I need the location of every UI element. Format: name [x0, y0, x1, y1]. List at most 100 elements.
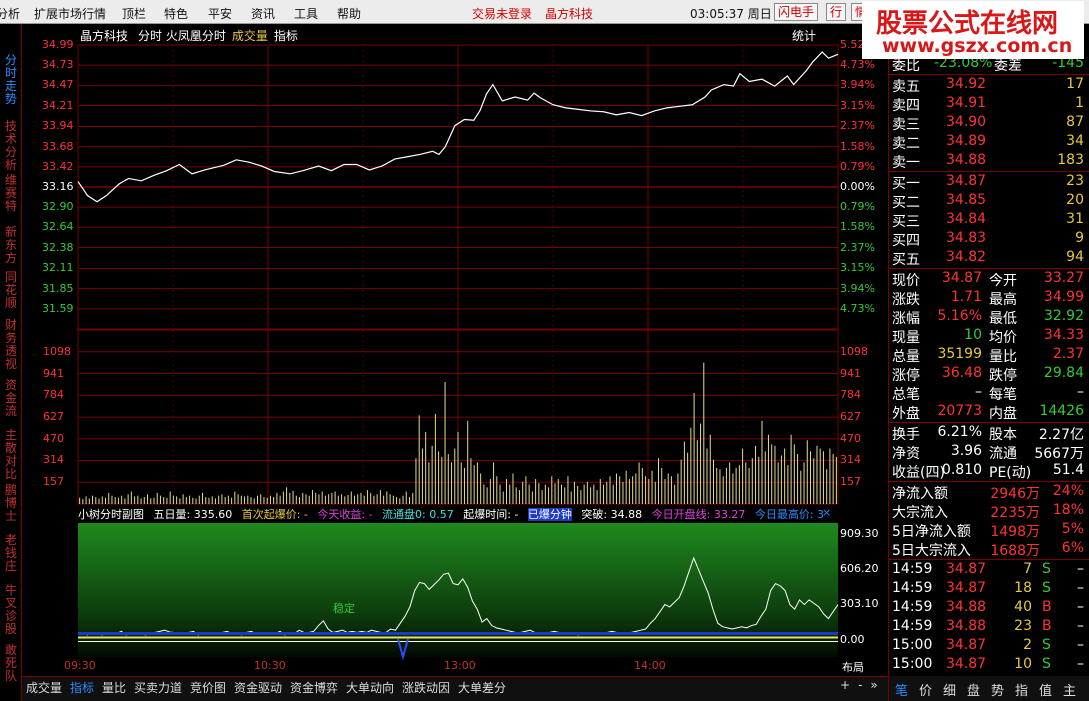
- left-tab-0[interactable]: 分时走势: [3, 54, 19, 106]
- ask-volume: 183: [1057, 152, 1084, 168]
- stat-value: 34.87: [941, 270, 982, 286]
- stat-label: 现量: [892, 330, 920, 346]
- pct-tick-label: 0.79%: [840, 159, 875, 173]
- volume-tick-label: 157: [43, 475, 64, 489]
- stat-value: 29.84: [1043, 365, 1084, 381]
- quote-tab-1[interactable]: 价: [919, 680, 932, 699]
- menu-news[interactable]: 资讯: [251, 5, 275, 22]
- quote-tab-7[interactable]: 主: [1063, 680, 1076, 699]
- bottom-tab-1[interactable]: 指标: [70, 679, 94, 696]
- flow-value: 1498万: [990, 524, 1040, 540]
- chart-indicator-toggle[interactable]: 指标: [274, 29, 298, 43]
- bottom-tab-3[interactable]: 买卖力道: [134, 679, 182, 696]
- bottom-tab-7[interactable]: 大单动向: [346, 679, 394, 696]
- menu-topbar[interactable]: 顶栏: [122, 5, 146, 22]
- pct-tick-label: 4.73%: [840, 301, 875, 315]
- stat-row: 净资 3.96 流通 5667万: [892, 443, 1084, 462]
- stat-label: 最低: [989, 311, 1017, 327]
- bottom-tab-2[interactable]: 量比: [102, 679, 126, 696]
- tick-extra: –: [1077, 561, 1084, 577]
- bottom-tab-6[interactable]: 资金博弈: [290, 679, 338, 696]
- stat-value: 0.810: [941, 462, 982, 478]
- price-tick-label: 31.85: [42, 281, 74, 295]
- zoom-button-2[interactable]: »: [870, 678, 877, 692]
- menu-pingan[interactable]: 平安: [208, 5, 232, 22]
- ask-label: 卖三: [892, 117, 920, 133]
- statistics-button[interactable]: 统计: [792, 27, 816, 44]
- bottom-tab-5[interactable]: 资金驱动: [234, 679, 282, 696]
- menu-tools[interactable]: 工具: [294, 5, 318, 22]
- quote-tab-5[interactable]: 指: [1015, 680, 1028, 699]
- stat-row: 涨幅 5.16% 最低 32.92: [892, 308, 1084, 327]
- left-tab-5[interactable]: 财务透视: [3, 319, 19, 371]
- layout-button[interactable]: 布局: [842, 659, 864, 675]
- chart-volume-toggle[interactable]: 成交量: [232, 29, 268, 43]
- volume-tick-label: 1098: [43, 344, 71, 358]
- stat-value: 14426: [1039, 403, 1084, 419]
- stat-value: 3.96: [950, 443, 982, 459]
- flow-row: 5日大宗流入 1688万 6%: [892, 540, 1084, 559]
- quote-tab-3[interactable]: 盘: [967, 680, 980, 699]
- tick-time: 15:00: [892, 637, 933, 653]
- quote-tab-6[interactable]: 值: [1039, 680, 1052, 699]
- current-stock-name: 晶方科技: [545, 7, 594, 21]
- quote-tab-2[interactable]: 细: [943, 680, 956, 699]
- tick-extra: –: [1077, 599, 1084, 615]
- menu-extended-market[interactable]: 扩展市场行情: [34, 5, 106, 22]
- ask-row: 卖三 34.90 87: [892, 114, 1084, 133]
- flow-pct: 18%: [1052, 502, 1084, 518]
- zoom-button-1[interactable]: -: [858, 678, 862, 692]
- time-tick-label: 10:30: [254, 659, 286, 672]
- bottom-tab-4[interactable]: 竞价图: [190, 679, 226, 696]
- left-tab-11[interactable]: 敢死队: [3, 644, 19, 683]
- tick-time: 14:59: [892, 618, 933, 634]
- left-tab-10[interactable]: 牛叉诊股: [3, 584, 19, 636]
- quote-panel-tabs: 笔价细盘势指值主: [889, 676, 1089, 701]
- quote-tab-0[interactable]: 笔: [895, 680, 908, 699]
- left-tab-7[interactable]: 主散对比: [3, 429, 19, 481]
- ask-row: 卖四 34.91 1: [892, 95, 1084, 114]
- ask-volume: 87: [1066, 114, 1084, 130]
- left-tab-4[interactable]: 同花顺: [3, 271, 19, 310]
- bid-row: 买四 34.83 9: [892, 230, 1084, 249]
- bottom-tab-0[interactable]: 成交量: [26, 679, 62, 696]
- stat-value: 5667万: [1034, 446, 1084, 462]
- ask-price: 34.88: [946, 152, 987, 168]
- stat-label: 收益(四): [892, 465, 945, 481]
- bottom-tab-8[interactable]: 涨跌动因: [402, 679, 450, 696]
- left-tab-6[interactable]: 资金流: [3, 379, 19, 418]
- tick-price: 34.87: [946, 637, 987, 653]
- left-tab-9[interactable]: 老钱庄: [3, 534, 19, 573]
- stat-value: –: [975, 384, 982, 400]
- quote-tab-4[interactable]: 势: [991, 680, 1004, 699]
- indicator-tick-label: 909.30: [840, 526, 879, 540]
- price-tick-label: 34.99: [42, 38, 74, 51]
- menu-analysis[interactable]: 分析: [0, 5, 20, 22]
- indicator-close-icon[interactable]: ×: [822, 506, 831, 519]
- tick-row: 14:59 34.88 40 B –: [892, 599, 1084, 618]
- ask-label: 卖五: [892, 79, 920, 95]
- bid-row: 买二 34.85 20: [892, 192, 1084, 211]
- stat-row: 涨停 36.48 跌停 29.84: [892, 365, 1084, 384]
- flow-value: 2235万: [990, 505, 1040, 521]
- bid-volume: 9: [1075, 230, 1084, 246]
- flash-trade-button[interactable]: 闪电手: [774, 3, 819, 21]
- quote-button[interactable]: 行: [826, 3, 847, 21]
- stat-row: 总笔 – 每笔 –: [892, 384, 1084, 403]
- flow-value: 2946万: [990, 486, 1040, 502]
- flow-label: 5日净流入额: [892, 524, 971, 540]
- menu-features[interactable]: 特色: [164, 5, 188, 22]
- left-tab-2[interactable]: 维赛特: [3, 174, 19, 213]
- login-status[interactable]: 交易未登录: [472, 5, 532, 22]
- left-tab-3[interactable]: 新东方: [3, 226, 19, 265]
- ask-row: 卖二 34.89 34: [892, 133, 1084, 152]
- chart-mode-options[interactable]: 分时 火凤凰分时: [138, 29, 226, 43]
- stat-label: 涨停: [892, 368, 920, 384]
- stat-label: 流通: [989, 446, 1017, 462]
- left-tab-8[interactable]: 鹏博士: [3, 484, 19, 523]
- zoom-button-0[interactable]: +: [840, 678, 850, 692]
- left-tab-1[interactable]: 技术分析: [3, 120, 19, 172]
- bottom-tab-9[interactable]: 大单差分: [458, 679, 506, 696]
- menu-help[interactable]: 帮助: [337, 5, 361, 22]
- pct-tick-label: 2.37%: [840, 240, 875, 254]
